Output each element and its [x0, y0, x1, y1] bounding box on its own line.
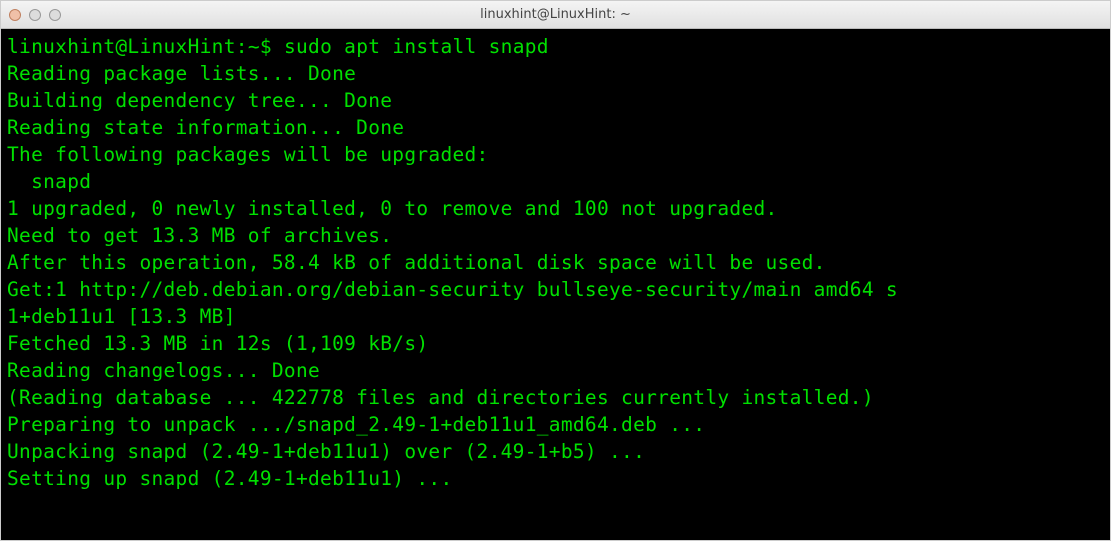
output-line: Fetched 13.3 MB in 12s (1,109 kB/s) [7, 330, 1104, 357]
terminal-content[interactable]: linuxhint@LinuxHint:~$ sudo apt install … [1, 29, 1110, 540]
close-button[interactable] [9, 9, 21, 21]
output-line: Get:1 http://deb.debian.org/debian-secur… [7, 276, 1104, 303]
command-text: sudo apt install snapd [284, 35, 549, 58]
prompt-symbol: $ [260, 35, 272, 58]
window-title: linuxhint@LinuxHint: ~ [480, 7, 631, 22]
output-line: After this operation, 58.4 kB of additio… [7, 249, 1104, 276]
output-line: (Reading database ... 422778 files and d… [7, 384, 1104, 411]
maximize-button[interactable] [49, 9, 61, 21]
prompt-path: ~ [248, 35, 260, 58]
terminal-window: linuxhint@LinuxHint: ~ linuxhint@LinuxHi… [0, 0, 1111, 541]
output-line: Reading package lists... Done [7, 60, 1104, 87]
output-line: Unpacking snapd (2.49-1+deb11u1) over (2… [7, 438, 1104, 465]
output-line: Need to get 13.3 MB of archives. [7, 222, 1104, 249]
output-line: Preparing to unpack .../snapd_2.49-1+deb… [7, 411, 1104, 438]
prompt-user-host: linuxhint@LinuxHint [7, 35, 236, 58]
output-line: Setting up snapd (2.49-1+deb11u1) ... [7, 465, 1104, 492]
output-line: The following packages will be upgraded: [7, 141, 1104, 168]
output-line: Building dependency tree... Done [7, 87, 1104, 114]
output-line: 1+deb11u1 [13.3 MB] [7, 303, 1104, 330]
window-controls [9, 9, 61, 21]
prompt-colon: : [236, 35, 248, 58]
output-line: snapd [7, 168, 1104, 195]
output-line: Reading changelogs... Done [7, 357, 1104, 384]
output-line: 1 upgraded, 0 newly installed, 0 to remo… [7, 195, 1104, 222]
prompt-line: linuxhint@LinuxHint:~$ sudo apt install … [7, 33, 1104, 60]
minimize-button[interactable] [29, 9, 41, 21]
output-line: Reading state information... Done [7, 114, 1104, 141]
prompt-space [272, 35, 284, 58]
titlebar: linuxhint@LinuxHint: ~ [1, 1, 1110, 29]
